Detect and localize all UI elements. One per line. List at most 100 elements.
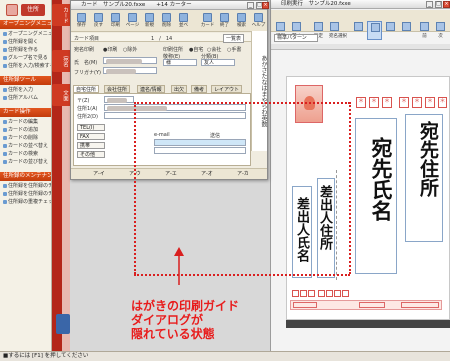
address-icon <box>330 22 339 31</box>
printer-icon <box>276 22 285 31</box>
sender-name-box[interactable]: 差出人氏名 <box>292 186 312 278</box>
sidebar-item[interactable]: カードの並べ替え <box>2 142 51 150</box>
sidebar-item[interactable]: カードの削除 <box>2 134 51 142</box>
minimize-button[interactable]: _ <box>426 1 433 8</box>
footer-value[interactable]: ア-イ <box>93 169 105 179</box>
next-button[interactable]: 次 <box>433 21 448 40</box>
tel-button[interactable]: TEL(I) <box>77 124 105 131</box>
sender-zip-box <box>292 290 299 297</box>
page-indicator: 1 / 14 <box>151 36 173 42</box>
sidebar-item[interactable]: 住所録を開く <box>2 38 51 46</box>
card-titlebar: カード サンプル20.fxxe +14 カーター <box>71 1 267 10</box>
tab-attendance[interactable]: 出欠 <box>171 85 188 93</box>
select-address-button[interactable]: 宛名選択 <box>327 21 349 40</box>
footer-value[interactable]: ア-カ <box>237 169 249 179</box>
tab-body[interactable]: 文面 <box>52 84 70 106</box>
card-button[interactable]: カード <box>199 12 216 30</box>
fax-button[interactable]: FAX <box>77 133 105 140</box>
menu-tab[interactable]: カード項目 <box>74 35 99 42</box>
scrollbar-horizontal[interactable] <box>286 320 450 328</box>
app-logo-label[interactable]: 住所 <box>21 4 45 16</box>
page-button[interactable]: ページ <box>124 12 141 30</box>
kana-field[interactable] <box>103 67 157 74</box>
sidebar-item[interactable]: 住所を入力/検索する <box>2 62 51 70</box>
tab-layout[interactable]: レイアウト <box>211 85 243 93</box>
tab-notes[interactable]: 備考 <box>191 85 208 93</box>
search-button[interactable]: 検索 <box>233 12 250 30</box>
address2-field[interactable] <box>104 112 246 119</box>
sidebar-item[interactable]: 住所録を住所録のチェック <box>2 182 51 190</box>
close-button[interactable]: × <box>443 1 450 8</box>
list-button[interactable]: 一覧表 <box>223 34 245 43</box>
mobile-button[interactable]: 携帯 <box>77 142 105 149</box>
app-logo: 住所 <box>6 3 46 17</box>
section-opening-menu[interactable]: オープニングメニュー <box>0 20 51 29</box>
sidebar: 住所 オープニングメニュー オープニングメニューの表示 住所録を開く 住所録を作… <box>0 0 52 351</box>
exit-button[interactable]: 終了 <box>216 12 233 30</box>
maximize-button[interactable]: □ <box>435 1 442 8</box>
guide-line <box>336 170 337 280</box>
section-card-ops[interactable]: カード操作 <box>0 108 51 117</box>
layout-button-2[interactable] <box>367 21 382 40</box>
sidebar-item[interactable]: 住所アルバム <box>2 94 51 102</box>
section-maintenance[interactable]: 住所録のメンテナンス <box>0 172 51 181</box>
home-radio[interactable]: ●自宅 <box>189 46 203 53</box>
undo-button[interactable]: 戻す <box>90 12 107 30</box>
manual-radio[interactable]: ○手書 <box>227 46 241 53</box>
sender-address-box[interactable]: 差出人住所 <box>317 178 335 278</box>
tab-joint-info[interactable]: 連名/情報 <box>137 85 165 93</box>
zip-box: ＊ <box>399 97 409 108</box>
layout-button-1[interactable] <box>351 21 366 40</box>
exclude-radio[interactable]: ○除外 <box>123 46 137 53</box>
kana-index[interactable]: あかさたなはまやらわ英数 <box>251 31 267 151</box>
sidebar-item[interactable]: カードの追加 <box>2 126 51 134</box>
zip-field[interactable] <box>104 96 134 103</box>
sidebar-item[interactable]: 住所録を住所録のチェック <box>2 190 51 198</box>
footer-value[interactable]: ア-エ <box>165 169 177 179</box>
minimize-button[interactable]: _ <box>247 2 254 9</box>
tab-home-address[interactable]: 自宅住所 <box>73 85 100 93</box>
sidebar-item[interactable]: オープニングメニューの表示 <box>2 30 51 38</box>
tab-address[interactable]: 宛名 <box>52 50 70 72</box>
name-field[interactable] <box>103 57 157 64</box>
layout-icon <box>371 23 380 32</box>
layout-button-4[interactable] <box>399 21 414 40</box>
tab-card[interactable]: カード <box>52 4 70 26</box>
card-footer: ア-イ ア-ウ ア-エ ア-オ ア-カ <box>71 168 267 179</box>
sidebar-item[interactable]: カードの並び替え <box>2 158 51 166</box>
sidebar-item[interactable]: グループ名で見る <box>2 54 51 62</box>
print-radio[interactable]: ●印刷 <box>103 46 117 53</box>
new-button[interactable]: 新規 <box>141 12 158 30</box>
address1-label: 住所1(A) <box>77 106 98 112</box>
sidebar-item[interactable]: 住所録の重複チェック <box>2 198 51 206</box>
email-field[interactable] <box>154 139 246 146</box>
style-select[interactable]: 標準パターン <box>274 34 318 42</box>
sidebar-item[interactable]: 住所を入力 <box>2 86 51 94</box>
save-button[interactable]: 保存 <box>73 12 90 30</box>
caption-line: 隠れている状態 <box>131 327 215 341</box>
email-field-2[interactable] <box>154 147 246 154</box>
print-button[interactable]: 印刷 <box>107 12 124 30</box>
category-select[interactable]: 友人 <box>201 59 235 66</box>
sidebar-item[interactable]: カードの検索 <box>2 150 51 158</box>
layout-button-3[interactable] <box>383 21 398 40</box>
honorific-select[interactable]: 様 <box>163 59 197 66</box>
help-icon[interactable] <box>56 314 70 334</box>
help-button[interactable]: ヘルプ <box>250 12 267 30</box>
recipient-address-box[interactable]: 宛先住所 <box>405 114 443 242</box>
other-button[interactable]: その他 <box>77 151 105 158</box>
recipient-name-box[interactable]: 宛先氏名 <box>355 118 397 274</box>
sidebar-item[interactable]: 住所録を作る <box>2 46 51 54</box>
gear-icon <box>314 22 323 31</box>
close-button[interactable]: × <box>262 2 269 9</box>
tab-office-address[interactable]: 会社住所 <box>104 85 131 93</box>
footer-value[interactable]: ア-オ <box>201 169 213 179</box>
address1-field[interactable] <box>104 104 246 111</box>
guide-frame-left <box>134 102 136 274</box>
office-radio[interactable]: ○会社 <box>207 46 221 53</box>
sort-button[interactable]: 並べ <box>175 12 192 30</box>
delete-button[interactable]: 削除 <box>158 12 175 30</box>
prev-button[interactable]: 前 <box>417 21 432 40</box>
section-tools[interactable]: 住所録ツール <box>0 76 51 85</box>
sidebar-item[interactable]: カードの編集 <box>2 118 51 126</box>
